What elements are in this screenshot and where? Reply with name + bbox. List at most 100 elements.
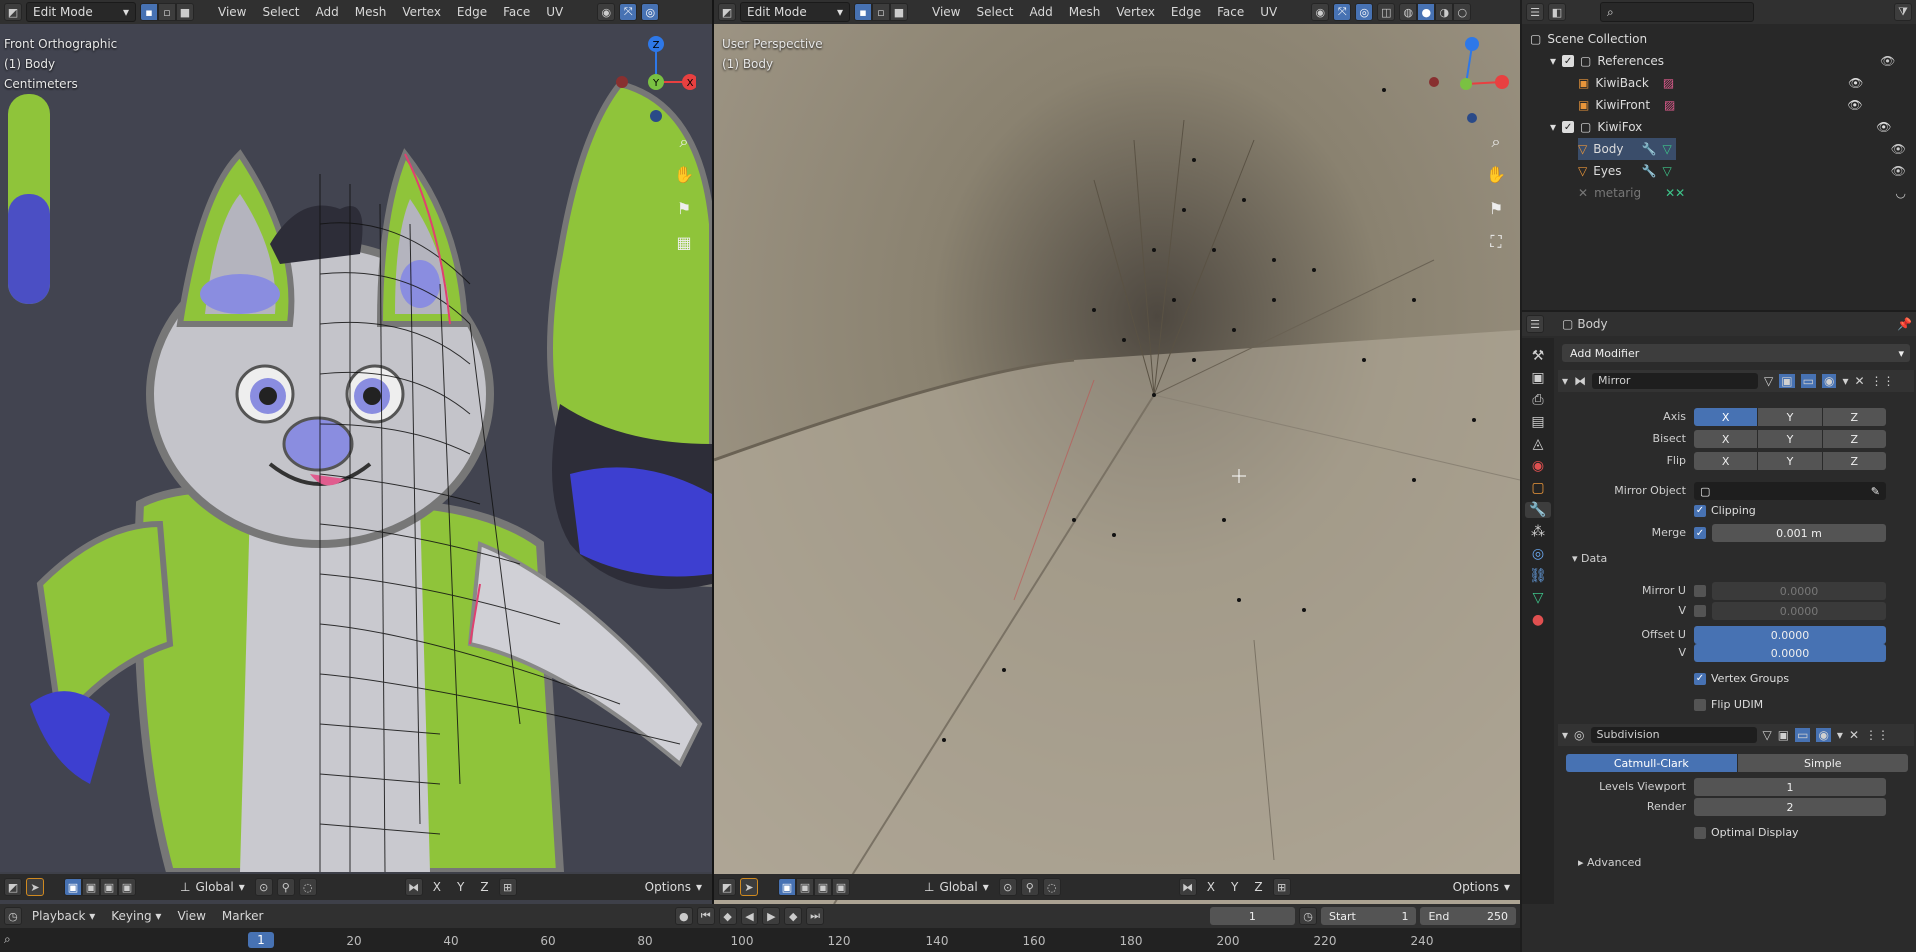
mode-dropdown[interactable]: Edit Mode ▾ [26, 2, 136, 22]
cage-icon[interactable]: ▣ [1779, 374, 1795, 388]
drag-handle-icon[interactable]: ⋮⋮ [1871, 374, 1895, 388]
add-modifier-button[interactable]: Add Modifier ▾ [1562, 344, 1910, 362]
overlay-toggle-icon[interactable]: ◎ [1355, 3, 1374, 21]
subtract-selection-icon[interactable]: ▣ [100, 878, 118, 896]
optimal-display-checkbox[interactable]: Optimal Display [1694, 826, 1799, 839]
mirror-name-field[interactable]: Mirror [1592, 373, 1759, 389]
menu-select[interactable]: Select [970, 5, 1019, 19]
menu-vertex[interactable]: Vertex [1110, 5, 1161, 19]
current-frame-marker[interactable]: 1 [248, 932, 274, 948]
menu-keying[interactable]: Keying ▾ [105, 909, 167, 923]
zoom-icon[interactable]: ⌕ [1482, 128, 1510, 156]
extend-selection-icon[interactable]: ▣ [796, 878, 814, 896]
snap-icon[interactable]: ⚲ [1020, 878, 1039, 896]
vertex-select-icon[interactable]: ▪ [854, 3, 872, 21]
vertex-groups-checkbox[interactable]: ✓ Vertex Groups [1694, 672, 1789, 685]
mirror-x-toggle[interactable]: X [1201, 880, 1221, 894]
edge-select-icon[interactable]: ▫ [872, 3, 890, 21]
chevron-down-icon[interactable]: ▾ [1842, 374, 1848, 388]
pin-icon[interactable]: 📌 [1897, 317, 1912, 331]
mirror-z-toggle[interactable]: Z [1248, 880, 1268, 894]
view-layer-tab-icon[interactable]: ▤ [1531, 414, 1544, 430]
pivot-icon[interactable]: ⊙ [254, 878, 273, 896]
new-selection-icon[interactable]: ▣ [64, 878, 82, 896]
edge-select-icon[interactable]: ▫ [158, 3, 176, 21]
flip-x-toggle[interactable]: X [1694, 452, 1759, 470]
mirror-y-toggle[interactable]: Y [451, 880, 470, 894]
auto-merge-icon[interactable]: ⊞ [1272, 878, 1291, 896]
menu-mesh[interactable]: Mesh [349, 5, 393, 19]
overlay-toggle-icon[interactable]: ◎ [641, 3, 660, 21]
menu-select[interactable]: Select [256, 5, 305, 19]
menu-view[interactable]: View [212, 5, 252, 19]
camera-icon[interactable]: ⚑ [1482, 194, 1510, 222]
expand-arrow-icon[interactable]: ▾ [1550, 54, 1556, 68]
face-select-icon[interactable]: ■ [890, 3, 908, 21]
select-tool-icon[interactable]: ➤ [740, 878, 758, 896]
mirror-z-toggle[interactable]: Z [474, 880, 494, 894]
render-levels-field[interactable]: 2 [1694, 798, 1886, 816]
menu-view[interactable]: View [926, 5, 966, 19]
new-selection-icon[interactable]: ▣ [778, 878, 796, 896]
eye-icon[interactable]: 👁 [1876, 120, 1891, 134]
pivot-icon[interactable]: ⊙ [998, 878, 1017, 896]
start-frame-field[interactable]: Start 1 [1320, 907, 1417, 925]
material-shading-icon[interactable]: ◑ [1435, 3, 1454, 21]
extend-selection-icon[interactable]: ▣ [82, 878, 100, 896]
menu-uv[interactable]: UV [1254, 5, 1283, 19]
collapse-arrow-icon[interactable]: ▾ [1562, 374, 1568, 388]
tree-row-scene-collection[interactable]: ▢ Scene Collection [1530, 28, 1647, 50]
editor-type-icon[interactable]: ☰ [1526, 3, 1544, 21]
offset-u-field[interactable]: 0.0000 [1694, 626, 1886, 644]
options-dropdown[interactable]: Options ▾ [639, 878, 708, 896]
jump-start-icon[interactable]: ⏮ [696, 907, 715, 925]
editor-type-icon[interactable]: ◷ [4, 907, 22, 925]
filter-icon[interactable]: ⧩ [1894, 3, 1912, 21]
render-tab-icon[interactable]: ▣ [1531, 370, 1544, 386]
tree-row-kiwiback[interactable]: ▣ KiwiBack ▨ 👁 [1578, 72, 1863, 94]
axis-x-toggle[interactable]: X [1694, 408, 1759, 426]
axis-y-toggle[interactable]: Y [1758, 408, 1823, 426]
mirror-u-checkbox[interactable] [1694, 585, 1706, 597]
jump-end-icon[interactable]: ⏭ [806, 907, 825, 925]
zoom-icon[interactable]: ⌕ [670, 128, 698, 156]
chevron-down-icon[interactable]: ▾ [1837, 728, 1843, 742]
world-tab-icon[interactable]: ◉ [1532, 458, 1544, 474]
edit-mode-display-icon[interactable]: ▽ [1764, 374, 1773, 388]
drag-handle-icon[interactable]: ⋮⋮ [1865, 728, 1889, 742]
mirror-x-toggle[interactable]: X [427, 880, 447, 894]
merge-checkbox[interactable]: ✓ [1694, 527, 1706, 539]
menu-face[interactable]: Face [1211, 5, 1250, 19]
play-reverse-icon[interactable]: ◀ [740, 907, 759, 925]
particles-tab-icon[interactable]: ⁂ [1531, 524, 1545, 540]
orientation-dropdown[interactable]: ⊥ Global ▾ [918, 878, 995, 896]
auto-merge-icon[interactable]: ⊞ [498, 878, 517, 896]
scene-tab-icon[interactable]: ◬ [1533, 436, 1544, 452]
timeline-ruler[interactable]: ⌕ 1 20 40 60 80 100 120 140 160 180 200 … [0, 928, 1520, 952]
snap-icon[interactable]: ⚲ [276, 878, 295, 896]
tree-row-metarig[interactable]: ✕ metarig ✕✕ [1578, 182, 1685, 204]
flip-y-toggle[interactable]: Y [1758, 452, 1823, 470]
material-tab-icon[interactable]: ● [1532, 612, 1544, 628]
tree-row-kiwifox[interactable]: ▾ ✓ ▢ KiwiFox 👁 [1550, 116, 1892, 138]
mirror-y-toggle[interactable]: Y [1225, 880, 1244, 894]
editor-type-icon[interactable]: ☰ [1526, 315, 1544, 333]
intersect-selection-icon[interactable]: ▣ [118, 878, 136, 896]
expand-arrow-icon[interactable]: ▾ [1550, 120, 1556, 134]
bisect-y-toggle[interactable]: Y [1758, 430, 1823, 448]
axis-z-toggle[interactable]: Z [1822, 408, 1886, 426]
proportional-edit-icon[interactable]: ◌ [298, 878, 317, 896]
collapse-arrow-icon[interactable]: ▾ [1562, 728, 1568, 742]
menu-edge[interactable]: Edge [451, 5, 493, 19]
simple-toggle[interactable]: Simple [1737, 754, 1908, 772]
editor-type-icon[interactable]: ◩ [718, 3, 736, 21]
editor-type-icon[interactable]: ◩ [718, 878, 736, 896]
tree-row-kiwifront[interactable]: ▣ KiwiFront ▨ 👁 [1578, 94, 1863, 116]
menu-mesh[interactable]: Mesh [1063, 5, 1107, 19]
render-display-icon[interactable]: ◉ [1821, 374, 1837, 388]
end-frame-field[interactable]: End 250 [1420, 907, 1516, 925]
left-viewport[interactable]: Front Orthographic (1) Body Centimeters … [0, 0, 712, 904]
menu-add[interactable]: Add [310, 5, 345, 19]
search-icon[interactable]: ⌕ [4, 932, 11, 947]
mirror-v-field[interactable]: 0.0000 [1712, 602, 1886, 620]
